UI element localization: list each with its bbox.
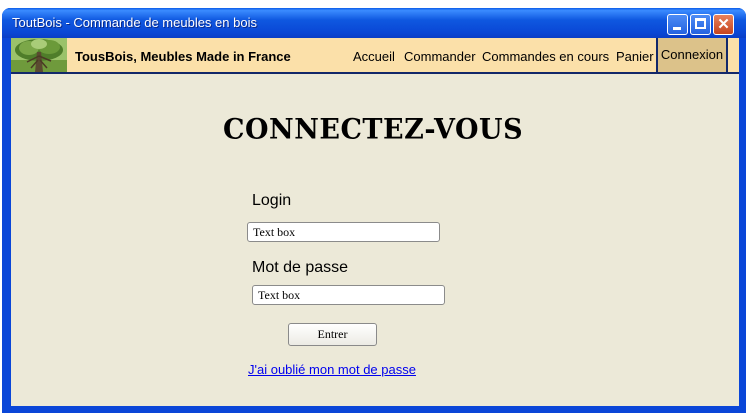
close-icon: ✕ — [717, 16, 730, 33]
app-window: ToutBois - Commande de meubles en bois ✕ — [2, 8, 746, 413]
login-label: Login — [252, 192, 292, 209]
nav-item-panier[interactable]: Panier — [616, 49, 654, 64]
close-button[interactable]: ✕ — [713, 14, 734, 35]
login-input[interactable] — [247, 222, 440, 242]
nav-item-commander[interactable]: Commander — [404, 49, 476, 64]
window-content: TousBois, Meubles Made in France Accueil… — [11, 38, 739, 406]
title-bar[interactable]: ToutBois - Commande de meubles en bois ✕ — [2, 8, 746, 38]
forgot-password-link[interactable]: J'ai oublié mon mot de passe — [248, 362, 416, 377]
nav-item-accueil[interactable]: Accueil — [353, 49, 395, 64]
nav-item-connexion[interactable]: Connexion — [656, 38, 728, 72]
maximize-button[interactable] — [690, 14, 711, 35]
nav-item-commandes-en-cours[interactable]: Commandes en cours — [482, 49, 609, 64]
page-title: CONNECTEZ-VOUS — [223, 113, 524, 146]
tree-logo-icon — [11, 38, 67, 72]
maximize-icon — [695, 18, 706, 29]
nav-bar: TousBois, Meubles Made in France Accueil… — [11, 38, 739, 74]
password-input[interactable] — [252, 285, 445, 305]
brand-name: TousBois, Meubles Made in France — [75, 49, 291, 64]
password-label: Mot de passe — [252, 259, 349, 276]
window-title: ToutBois - Commande de meubles en bois — [12, 15, 257, 30]
minimize-icon — [673, 27, 681, 30]
submit-button[interactable]: Entrer — [288, 323, 377, 346]
minimize-button[interactable] — [667, 14, 688, 35]
